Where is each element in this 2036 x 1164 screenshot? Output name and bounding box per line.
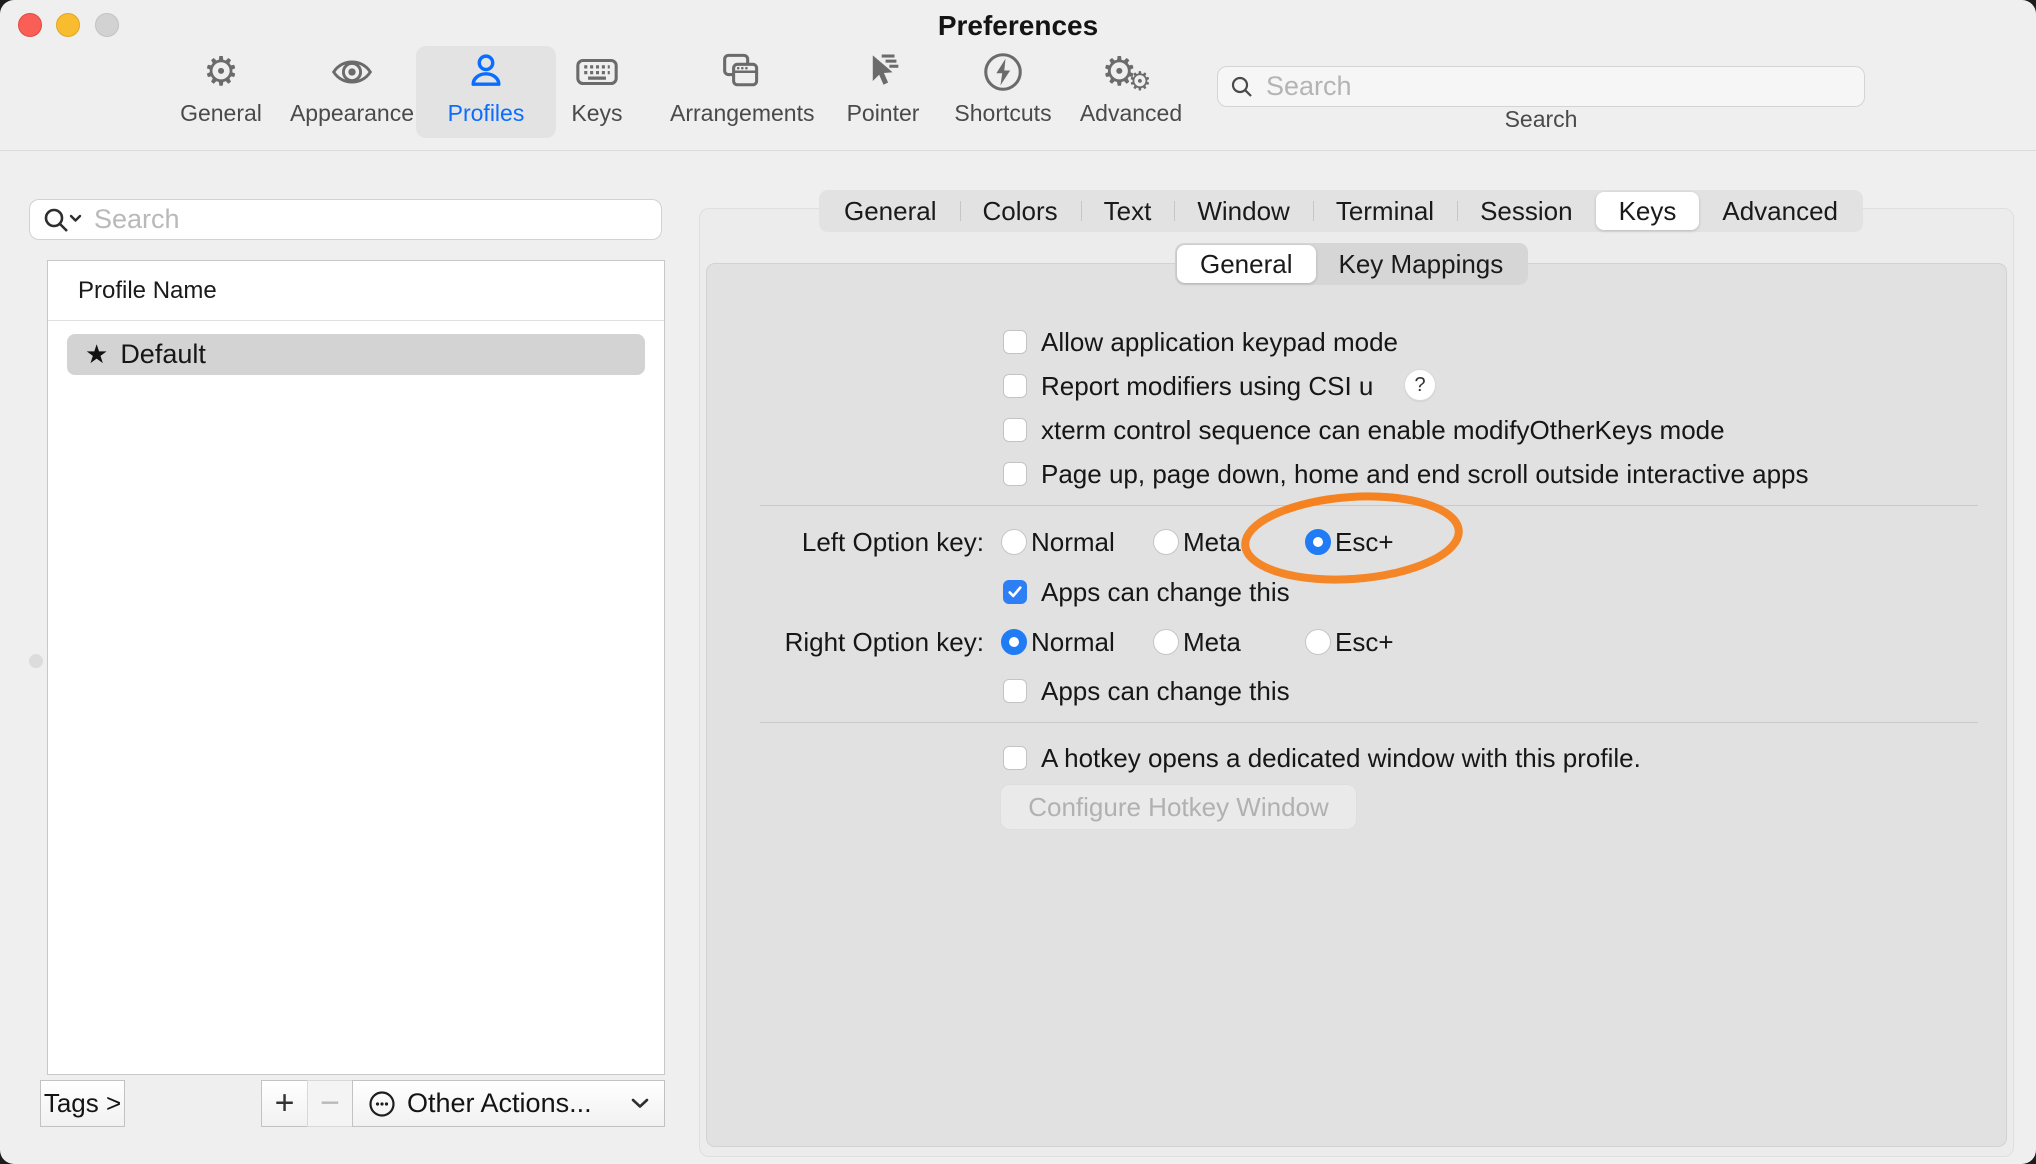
toolbar-item-label: Pointer (813, 100, 953, 127)
radio-dot (1009, 637, 1019, 647)
tab-session[interactable]: Session (1457, 192, 1596, 230)
help-button[interactable]: ? (1405, 370, 1435, 400)
checkbox-label: Page up, page down, home and end scroll … (1041, 458, 1809, 490)
eye-icon (330, 50, 374, 94)
checkbox-label: A hotkey opens a dedicated window with t… (1041, 742, 1641, 774)
right-option-key-label: Right Option key: (684, 626, 984, 658)
checkbox-right-apps-change[interactable] (1003, 679, 1027, 703)
profile-list: Profile Name ★ Default (47, 260, 665, 1075)
section-divider (760, 722, 1978, 723)
windows-icon (717, 49, 763, 95)
toolbar-item-advanced[interactable]: ⚙⚙ Advanced (1061, 46, 1201, 138)
checkbox-label: Apps can change this (1041, 675, 1290, 707)
radio-left-esc[interactable] (1305, 529, 1331, 555)
radio-label: Normal (1031, 626, 1115, 658)
left-option-key-label: Left Option key: (684, 526, 984, 558)
radio-label: Meta (1183, 526, 1241, 558)
radio-label: Esc+ (1335, 626, 1394, 658)
radio-dot (1313, 537, 1323, 547)
keys-subtabs: General Key Mappings (1175, 243, 1528, 285)
tab-general[interactable]: General (821, 192, 960, 230)
toolbar-item-label: Arrangements (670, 100, 810, 127)
checkbox-page-scroll[interactable] (1003, 462, 1027, 486)
radio-right-esc[interactable] (1305, 629, 1331, 655)
toolbar-search-field[interactable] (1217, 66, 1865, 107)
radio-label: Normal (1031, 526, 1115, 558)
radio-right-meta[interactable] (1153, 629, 1179, 655)
other-actions-dropdown[interactable]: Other Actions... (352, 1080, 665, 1127)
person-icon (464, 50, 508, 94)
checkbox-hotkey-window[interactable] (1003, 746, 1027, 770)
radio-left-meta[interactable] (1153, 529, 1179, 555)
checkbox-label: Report modifiers using CSI u (1041, 370, 1373, 402)
checkbox-label: Allow application keypad mode (1041, 326, 1398, 358)
toolbar-search-input[interactable] (1264, 70, 1824, 103)
section-divider (760, 505, 1978, 506)
radio-left-normal[interactable] (1001, 529, 1027, 555)
checkbox-csi-u[interactable] (1003, 374, 1027, 398)
radio-label: Esc+ (1335, 526, 1394, 558)
other-actions-label: Other Actions... (407, 1088, 630, 1119)
toolbar-item-general[interactable]: ⚙ General (151, 46, 291, 138)
profile-search-field[interactable] (29, 199, 662, 240)
toolbar-item-label: Advanced (1061, 100, 1201, 127)
close-button[interactable] (18, 13, 42, 37)
tab-terminal[interactable]: Terminal (1313, 192, 1457, 230)
toolbar-item-shortcuts[interactable]: Shortcuts (933, 46, 1073, 138)
profile-list-header: Profile Name (48, 261, 664, 321)
checkbox-left-apps-change[interactable] (1003, 580, 1027, 604)
profile-row-default[interactable]: ★ Default (67, 334, 645, 375)
subtab-key-mappings[interactable]: Key Mappings (1316, 245, 1527, 283)
remove-profile-button[interactable]: − (307, 1080, 353, 1127)
profile-section-tabs: General Colors Text Window Terminal Sess… (819, 190, 1863, 232)
checkbox-modify-other-keys[interactable] (1003, 418, 1027, 442)
tab-advanced[interactable]: Advanced (1699, 192, 1861, 230)
check-icon (1007, 585, 1023, 599)
window-title: Preferences (0, 10, 2036, 42)
subtab-general[interactable]: General (1177, 245, 1316, 283)
tab-keys[interactable]: Keys (1596, 192, 1700, 230)
toolbar-item-label: Keys (527, 100, 667, 127)
add-profile-button[interactable]: + (261, 1080, 308, 1127)
ellipsis-circle-icon (367, 1089, 397, 1119)
radio-label: Meta (1183, 626, 1241, 658)
cursor-icon (860, 49, 906, 95)
toolbar-divider (0, 150, 2036, 151)
keyboard-icon (574, 49, 620, 95)
chevron-down-icon (630, 1097, 650, 1110)
gear-icon: ⚙ (203, 52, 239, 92)
checkbox-label: xterm control sequence can enable modify… (1041, 414, 1725, 446)
pane-resize-dot[interactable] (29, 654, 43, 668)
radio-right-normal[interactable] (1001, 629, 1027, 655)
toolbar-item-appearance[interactable]: Appearance (282, 46, 422, 138)
checkbox-application-keypad[interactable] (1003, 330, 1027, 354)
toolbar-item-arrangements[interactable]: Arrangements (670, 46, 810, 138)
tab-text[interactable]: Text (1081, 192, 1175, 230)
toolbar-item-keys[interactable]: Keys (527, 46, 667, 138)
profile-search-input[interactable] (92, 203, 632, 236)
small-gear-icon: ⚙ (1128, 62, 1151, 102)
toolbar-item-label: Shortcuts (933, 100, 1073, 127)
search-icon (1230, 75, 1254, 99)
star-icon: ★ (85, 340, 108, 370)
tags-button[interactable]: Tags > (40, 1080, 125, 1127)
profile-name: Default (120, 339, 206, 370)
lightning-icon (980, 49, 1026, 95)
tab-colors[interactable]: Colors (960, 192, 1081, 230)
scoped-search-icon (42, 206, 84, 234)
tab-window[interactable]: Window (1174, 192, 1312, 230)
configure-hotkey-window-button[interactable]: Configure Hotkey Window (1000, 784, 1357, 830)
toolbar-item-label: Appearance (282, 100, 422, 127)
preferences-window: Preferences ⚙ General Appearance Profile… (0, 0, 2036, 1164)
minimize-button[interactable] (56, 13, 80, 37)
toolbar-search-label: Search (1441, 106, 1641, 133)
checkbox-label: Apps can change this (1041, 576, 1290, 608)
toolbar-item-pointer[interactable]: Pointer (813, 46, 953, 138)
zoom-button[interactable] (95, 13, 119, 37)
toolbar-item-label: General (151, 100, 291, 127)
